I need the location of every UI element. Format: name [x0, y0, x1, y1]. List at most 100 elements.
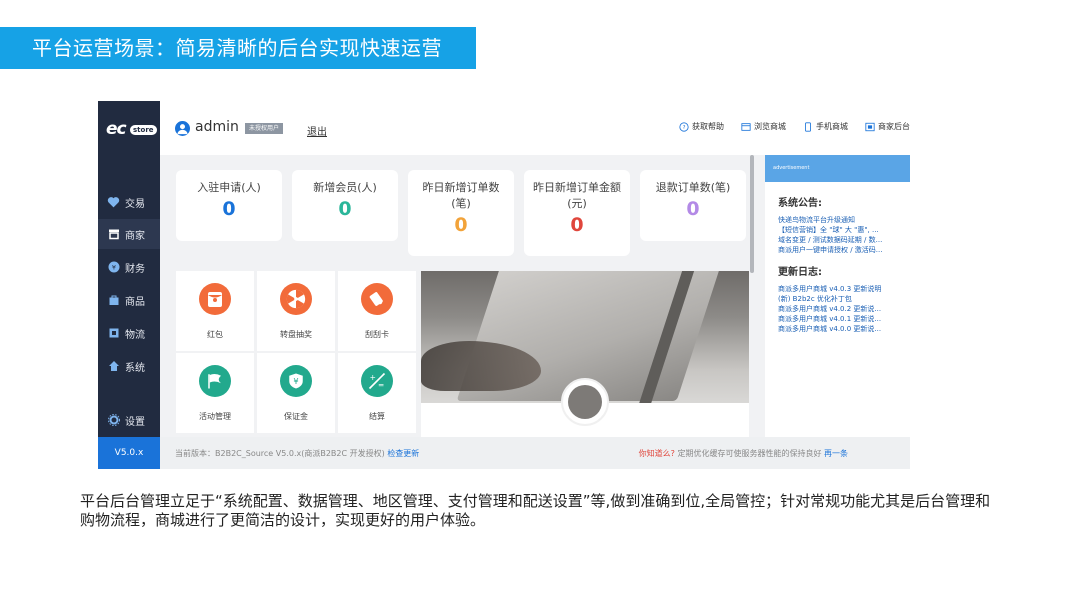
- notice-item[interactable]: 【短信营销】全 "球" 大 "惠", ...: [778, 225, 906, 235]
- changelog-item[interactable]: (新) B2b2c 优化补丁包: [778, 294, 906, 304]
- status-bar: 当前版本：B2B2C_Source V5.0.x(商派B2B2C 开发授权) 检…: [160, 437, 910, 469]
- changelog-item[interactable]: 商派多用户商城 v4.0.1 更新说...: [778, 314, 906, 324]
- check-update-link[interactable]: 检查更新: [387, 449, 419, 458]
- bag-icon: [107, 294, 120, 307]
- avatar[interactable]: [175, 121, 190, 136]
- next-tip-link[interactable]: 再一条: [824, 449, 848, 458]
- heart-icon: [107, 196, 120, 209]
- calculator-icon: + =: [361, 365, 393, 397]
- svg-text:+: +: [370, 373, 376, 382]
- tile-deposit[interactable]: ¥ 保证金: [257, 353, 335, 433]
- version-text: 当前版本：B2B2C_Source V5.0.x(商派B2B2C 开发授权): [175, 449, 385, 458]
- sidebar-item-finance[interactable]: ¥ 财务: [98, 252, 160, 282]
- version-info: 当前版本：B2B2C_Source V5.0.x(商派B2B2C 开发授权) 检…: [175, 448, 419, 459]
- stat-value: 0: [454, 214, 468, 236]
- sidebar-item-label: 交易: [125, 198, 145, 210]
- help-link[interactable]: ? 获取帮助: [679, 121, 724, 132]
- top-link-label: 获取帮助: [692, 122, 724, 131]
- logo-store: store: [130, 125, 157, 135]
- browser-icon: [741, 122, 751, 131]
- stat-label: 昨日新增订单数 (笔): [422, 181, 500, 210]
- sidebar-item-label: 财务: [125, 263, 145, 275]
- sidebar-item-trade[interactable]: 交易: [98, 187, 160, 217]
- flag-icon: [199, 365, 231, 397]
- top-link-label: 浏览商城: [754, 122, 786, 131]
- stat-label: 退款订单数(笔): [655, 181, 731, 194]
- ecstore-logo[interactable]: ec store: [106, 119, 157, 139]
- logo-ec: ec: [106, 119, 127, 139]
- top-links: ? 获取帮助 浏览商城 手机商城 商家后台: [662, 121, 910, 132]
- tile-label: 保证金: [284, 412, 308, 421]
- tip: 你知道么? 定期优化缓存可使服务器性能的保持良好 再一条: [639, 448, 848, 459]
- sidebar-item-merchant[interactable]: 商家: [98, 219, 160, 249]
- merchant-backend-link[interactable]: 商家后台: [865, 121, 910, 132]
- merchant-icon: [865, 122, 875, 131]
- stat-value: 0: [222, 198, 236, 220]
- stat-label: 昨日新增订单金额 (元): [533, 181, 621, 210]
- sidebar-item-label: 物流: [125, 329, 145, 341]
- changelog-item[interactable]: 商派多用户商城 v4.0.0 更新说...: [778, 324, 906, 334]
- shield-icon: ¥: [280, 365, 312, 397]
- tile-label: 结算: [369, 412, 385, 421]
- mobile-icon: [805, 121, 811, 132]
- home-icon: [107, 360, 120, 373]
- notice-item[interactable]: 商派用户一键申请授权 / 激活码...: [778, 245, 906, 255]
- tile-label: 刮刮卡: [365, 330, 389, 339]
- sidebar-item-logistics[interactable]: 物流: [98, 318, 160, 348]
- profile-avatar[interactable]: [561, 378, 609, 426]
- username: admin: [195, 119, 239, 135]
- changelog-item[interactable]: 商派多用户商城 v4.0.2 更新说...: [778, 304, 906, 314]
- changelog-title: 更新日志:: [778, 267, 822, 278]
- stat-card-order-amount[interactable]: 昨日新增订单金额 (元) 0: [524, 170, 630, 256]
- admin-screenshot: ec store 交易 商家 ¥ 财务 商品 物流 系统 设置 V5.0.x a…: [98, 101, 910, 469]
- sidebar-item-settings[interactable]: 设置: [98, 405, 160, 435]
- sidebar: ec store 交易 商家 ¥ 财务 商品 物流 系统 设置 V5.0.x: [98, 101, 160, 469]
- mobile-mall-link[interactable]: 手机商城: [803, 121, 848, 132]
- notice-panel: advertisement 系统公告: 快递鸟物流平台升级通知 【短信营销】全 …: [765, 155, 910, 437]
- svg-text:¥: ¥: [293, 376, 298, 386]
- tile-label: 活动管理: [199, 412, 231, 421]
- tile-activity-management[interactable]: 活动管理: [176, 353, 254, 433]
- sidebar-item-label: 商品: [125, 296, 145, 308]
- tile-red-packet[interactable]: 红包: [176, 271, 254, 351]
- stat-card-new-orders[interactable]: 昨日新增订单数 (笔) 0: [408, 170, 514, 256]
- stat-value: 0: [338, 198, 352, 220]
- scratch-card-icon: [361, 283, 393, 315]
- tile-label: 转盘抽奖: [280, 330, 312, 339]
- sidebar-item-system[interactable]: 系统: [98, 351, 160, 381]
- svg-text:=: =: [378, 381, 384, 390]
- red-packet-icon: [199, 283, 231, 315]
- description-text: 平台后台管理立足于“系统配置、数据管理、地区管理、支付管理和配送设置”等,做到准…: [80, 492, 991, 529]
- sidebar-item-label: 商家: [125, 230, 145, 242]
- browse-mall-link[interactable]: 浏览商城: [741, 121, 786, 132]
- stat-card-applications[interactable]: 入驻申请(人) 0: [176, 170, 282, 241]
- sidebar-item-label: 系统: [125, 362, 145, 374]
- tip-text: 定期优化缓存可使服务器性能的保持良好: [677, 449, 822, 458]
- stat-value: 0: [570, 214, 584, 236]
- notice-item[interactable]: 快递鸟物流平台升级通知: [778, 215, 906, 225]
- notice-item[interactable]: 域名变更 / 测试数据码延期 / 数...: [778, 235, 906, 245]
- store-icon: [107, 228, 120, 241]
- changelog-item[interactable]: 商派多用户商城 v4.0.3 更新说明: [778, 284, 906, 294]
- unauthorized-badge: 未授权用户: [245, 123, 284, 134]
- scrollbar[interactable]: [750, 155, 754, 273]
- coin-icon: ¥: [107, 261, 120, 274]
- tile-scratch-card[interactable]: 刮刮卡: [338, 271, 416, 351]
- help-icon: ?: [679, 121, 689, 132]
- tile-label: 红包: [207, 330, 223, 339]
- notice-title: 系统公告:: [778, 198, 822, 209]
- logout-link[interactable]: 退出: [307, 123, 327, 138]
- sidebar-item-label: 设置: [125, 416, 145, 428]
- version-label: V5.0.x: [98, 437, 160, 469]
- stat-card-refunds[interactable]: 退款订单数(笔) 0: [640, 170, 746, 241]
- box-icon: [107, 327, 120, 340]
- tile-lucky-wheel[interactable]: 转盘抽奖: [257, 271, 335, 351]
- stat-label: 新增会员(人): [313, 181, 377, 194]
- tip-label: 你知道么?: [638, 449, 675, 458]
- advertisement-bar[interactable]: advertisement: [765, 155, 910, 182]
- banner-title: 平台运营场景：简易清晰的后台实现快速运营: [0, 27, 476, 69]
- tile-settlement[interactable]: + = 结算: [338, 353, 416, 433]
- top-link-label: 商家后台: [878, 122, 910, 131]
- sidebar-item-goods[interactable]: 商品: [98, 285, 160, 315]
- stat-card-new-members[interactable]: 新增会员(人) 0: [292, 170, 398, 241]
